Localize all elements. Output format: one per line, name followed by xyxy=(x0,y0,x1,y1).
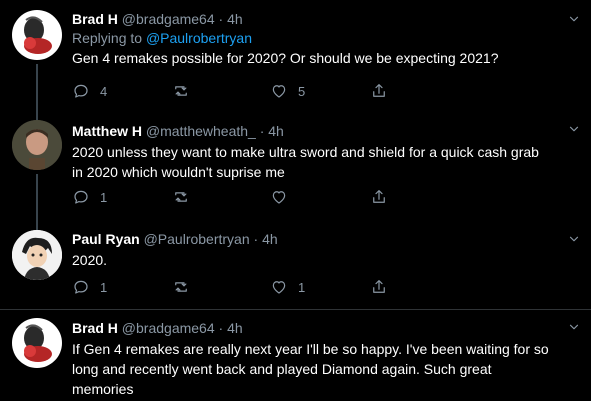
retweet-button[interactable] xyxy=(172,277,190,297)
reply-icon xyxy=(72,188,90,206)
retweet-icon xyxy=(172,278,190,296)
avatar[interactable] xyxy=(12,318,62,368)
tweet-actions: 1 xyxy=(72,187,492,207)
tweet[interactable]: Matthew H @matthewheath_ · 4h 2020 unles… xyxy=(0,110,591,220)
tweet-header: Matthew H @matthewheath_ · 4h xyxy=(72,122,577,140)
share-icon xyxy=(370,188,388,206)
avatar[interactable] xyxy=(12,10,62,60)
display-name[interactable]: Paul Ryan xyxy=(72,231,140,247)
thread-line xyxy=(36,220,38,230)
thread-line xyxy=(36,64,38,110)
retweet-button[interactable] xyxy=(172,187,190,207)
retweet-button[interactable] xyxy=(172,81,190,101)
tweet-header: Paul Ryan @Paulrobertryan · 4h xyxy=(72,230,577,248)
handle-and-time[interactable]: @matthewheath_ · 4h xyxy=(146,123,284,139)
share-button[interactable] xyxy=(370,81,388,101)
tweet[interactable]: Paul Ryan @Paulrobertryan · 4h 2020. 1 1 xyxy=(0,220,591,312)
reply-icon xyxy=(72,82,90,100)
tweet-header: Brad H @bradgame64 · 4h xyxy=(72,10,577,28)
replying-to: Replying to @Paulrobertryan xyxy=(72,30,252,46)
tweet-text: 2020. xyxy=(72,252,108,268)
like-button[interactable]: 5 xyxy=(270,81,305,101)
reply-count: 1 xyxy=(100,189,108,205)
display-name[interactable]: Brad H xyxy=(72,11,118,27)
retweet-icon xyxy=(172,82,190,100)
share-button[interactable] xyxy=(370,187,388,207)
chevron-down-icon[interactable] xyxy=(567,320,581,334)
like-count: 5 xyxy=(298,83,306,99)
reply-count: 4 xyxy=(100,83,108,99)
handle-and-time[interactable]: @Paulrobertryan · 4h xyxy=(144,231,278,247)
chevron-down-icon[interactable] xyxy=(567,232,581,246)
reply-button[interactable]: 1 xyxy=(72,277,107,297)
tweet-text: Gen 4 remakes possible for 2020? Or shou… xyxy=(72,50,499,66)
handle-and-time[interactable]: @bradgame64 · 4h xyxy=(122,11,243,27)
display-name[interactable]: Brad H xyxy=(72,320,118,336)
replying-to-handle-link[interactable]: @Paulrobertryan xyxy=(146,30,252,46)
reply-button[interactable]: 4 xyxy=(72,81,107,101)
tweet-header: Brad H @bradgame64 · 4h xyxy=(72,319,577,337)
handle-and-time[interactable]: @bradgame64 · 4h xyxy=(122,320,243,336)
chevron-down-icon[interactable] xyxy=(567,122,581,136)
reply-button[interactable]: 1 xyxy=(72,187,107,207)
like-button[interactable]: 1 xyxy=(270,277,305,297)
retweet-icon xyxy=(172,188,190,206)
share-icon xyxy=(370,82,388,100)
thread-line xyxy=(36,110,38,120)
chevron-down-icon[interactable] xyxy=(567,12,581,26)
tweet-actions: 1 1 xyxy=(72,277,492,297)
tweet[interactable]: Brad H @bradgame64 · 4h If Gen 4 remakes… xyxy=(0,310,591,401)
tweet[interactable]: Brad H @bradgame64 · 4h Replying to @Pau… xyxy=(0,0,591,110)
share-icon xyxy=(370,278,388,296)
heart-icon xyxy=(270,188,288,206)
reply-count: 1 xyxy=(100,279,108,295)
tweet-actions: 4 5 xyxy=(72,81,492,101)
thread-line xyxy=(36,174,38,220)
like-button[interactable] xyxy=(270,187,288,207)
reply-icon xyxy=(72,278,90,296)
share-button[interactable] xyxy=(370,277,388,297)
avatar[interactable] xyxy=(12,120,62,170)
display-name[interactable]: Matthew H xyxy=(72,123,142,139)
like-count: 1 xyxy=(298,279,306,295)
avatar[interactable] xyxy=(12,230,62,280)
heart-icon xyxy=(270,278,288,296)
tweet-text: 2020 unless they want to make ultra swor… xyxy=(72,144,539,180)
heart-icon xyxy=(270,82,288,100)
tweet-text: If Gen 4 remakes are really next year I'… xyxy=(72,341,549,397)
